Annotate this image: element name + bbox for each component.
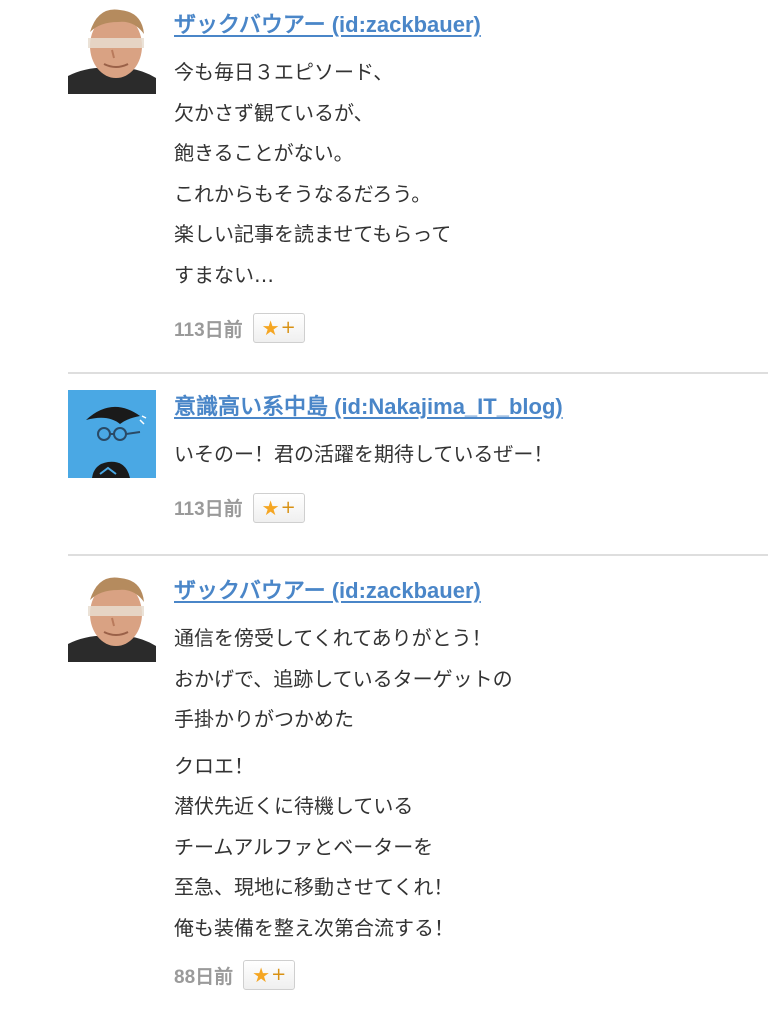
comment-body: ザックバウアー (id:zackbauer) 通信を傍受してくれてありがとう！ …	[174, 566, 758, 992]
plus-icon: +	[271, 964, 287, 985]
plus-icon: +	[280, 496, 296, 518]
timestamp: 88日前	[174, 966, 234, 988]
add-star-button[interactable]: ★ +	[252, 313, 305, 343]
comment-paragraph: クロエ！ 潜伏先近くに待機している チームアルファとベーターを 至急、現地に移動…	[174, 753, 454, 940]
comment-meta: 113日前 ★ +	[174, 311, 758, 345]
comment-body: ザックバウアー (id:zackbauer) 今も毎日３エピソード、 欠かさず観…	[174, 0, 758, 345]
comment-text: いそのー！君の活躍を期待しているぜー！	[174, 434, 758, 475]
add-star-button[interactable]: ★ +	[243, 960, 296, 990]
timestamp: 113日前	[174, 319, 243, 341]
comment-paragraph: いそのー！君の活躍を期待しているぜー！	[174, 442, 554, 466]
plus-icon: +	[280, 317, 296, 338]
comment-body: 意識高い系中島 (id:Nakajima_IT_blog) いそのー！君の活躍を…	[174, 382, 758, 525]
avatar[interactable]	[68, 6, 156, 94]
divider	[68, 554, 768, 556]
comment-text: 通信を傍受してくれてありがとう！ おかげで、追跡しているターゲットの 手掛かりが…	[174, 618, 758, 948]
author-link[interactable]: 意識高い系中島 (id:Nakajima_IT_blog)	[174, 392, 563, 422]
star-icon: ★	[261, 316, 280, 340]
man-portrait-avatar-icon	[68, 6, 156, 94]
comment-paragraph: 今も毎日３エピソード、 欠かさず観ているが、 飽きることがない。 これからもそう…	[174, 60, 452, 287]
author-link[interactable]: ザックバウアー (id:zackbauer)	[174, 10, 481, 40]
comment-paragraph: 通信を傍受してくれてありがとう！ おかげで、追跡しているターゲットの 手掛かりが…	[174, 626, 513, 731]
divider	[68, 372, 768, 374]
star-icon: ★	[261, 495, 280, 520]
timestamp: 113日前	[174, 499, 243, 520]
comment-meta: 88日前 ★ +	[174, 958, 758, 992]
author-link[interactable]: ザックバウアー (id:zackbauer)	[174, 576, 481, 606]
avatar[interactable]	[68, 574, 156, 662]
avatar[interactable]	[68, 390, 156, 478]
comment-list: ザックバウアー (id:zackbauer) 今も毎日３エピソード、 欠かさず観…	[0, 0, 768, 1024]
comment-meta: 113日前 ★ +	[174, 491, 758, 525]
star-icon: ★	[252, 963, 271, 987]
comment-text: 今も毎日３エピソード、 欠かさず観ているが、 飽きることがない。 これからもそう…	[174, 52, 758, 295]
add-star-button[interactable]: ★ +	[252, 492, 305, 523]
glasses-character-avatar-icon	[68, 390, 156, 478]
man-portrait-avatar-icon	[68, 574, 156, 662]
